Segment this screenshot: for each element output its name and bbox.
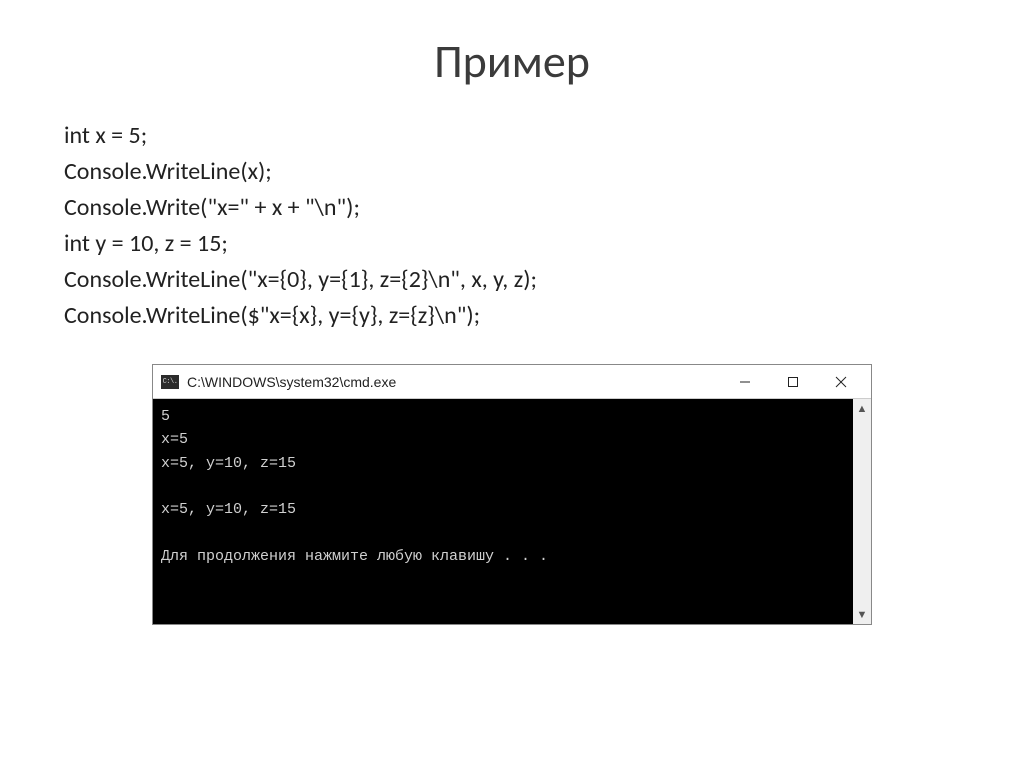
code-line: Console.WriteLine(x);: [64, 154, 964, 190]
minimize-button[interactable]: [721, 367, 769, 397]
code-line: int x = 5;: [64, 118, 964, 154]
code-example: int x = 5; Console.WriteLine(x); Console…: [64, 118, 964, 334]
close-icon: [835, 376, 847, 388]
console-output: 5 x=5 x=5, y=10, z=15 x=5, y=10, z=15 Дл…: [153, 399, 853, 624]
window-title: C:\WINDOWS\system32\cmd.exe: [187, 374, 721, 390]
maximize-button[interactable]: [769, 367, 817, 397]
scroll-up-icon[interactable]: ▲: [857, 401, 868, 416]
code-line: Console.WriteLine("x={0}, y={1}, z={2}\n…: [64, 262, 964, 298]
maximize-icon: [787, 376, 799, 388]
code-line: Console.Write("x=" + x + "\n");: [64, 190, 964, 226]
code-line: int y = 10, z = 15;: [64, 226, 964, 262]
slide: Пример int x = 5; Console.WriteLine(x); …: [0, 0, 1024, 767]
window-titlebar[interactable]: C:\. C:\WINDOWS\system32\cmd.exe: [153, 365, 871, 399]
close-button[interactable]: [817, 367, 865, 397]
code-line: Console.WriteLine($"x={x}, y={y}, z={z}\…: [64, 298, 964, 334]
cmd-icon: C:\.: [161, 375, 179, 389]
window-controls: [721, 367, 865, 397]
scroll-down-icon[interactable]: ▼: [857, 607, 868, 622]
cmd-window: C:\. C:\WINDOWS\system32\cmd.exe 5 x=5 x…: [152, 364, 872, 625]
console-body: 5 x=5 x=5, y=10, z=15 x=5, y=10, z=15 Дл…: [153, 399, 871, 624]
scrollbar[interactable]: ▲ ▼: [853, 399, 871, 624]
minimize-icon: [739, 376, 751, 388]
slide-title: Пример: [60, 34, 964, 90]
